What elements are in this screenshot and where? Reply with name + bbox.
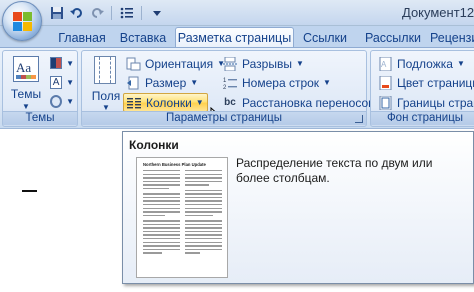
tab-page-layout[interactable]: Разметка страницы (175, 27, 294, 49)
orientation-icon (125, 56, 141, 71)
chevron-down-icon: ▼ (66, 77, 74, 87)
ribbon-tabs: Главная Вставка Разметка страницы Ссылки… (0, 26, 474, 49)
group-page-setup: Поля ▼ Ориентация ▼ Размер ▼ Колонки ▼ Р… (81, 50, 386, 127)
line-numbers-label: Номера строк (242, 75, 320, 90)
ribbon: Aa Темы ▼ ▼ A ▼ ▼ Темы Поля ▼ Ориентация… (0, 47, 474, 129)
breaks-icon (222, 56, 238, 71)
page-color-button[interactable]: Цвет страницы (377, 73, 474, 92)
toolbar-separator (141, 6, 142, 20)
group-label-page-background: Фон страницы (371, 111, 474, 125)
columns-label: Колонки (146, 95, 192, 110)
preview-title: Northern Business Plan Update (143, 162, 206, 167)
hyphenation-label: Расстановка переносов (242, 95, 375, 110)
theme-fonts-icon: A (50, 75, 63, 89)
columns-icon (126, 95, 142, 110)
hyphenation-icon: bc (224, 97, 236, 108)
tab-review[interactable]: Рецензир (430, 28, 474, 48)
preview-column-right (185, 170, 222, 256)
watermark-icon: A (377, 56, 393, 71)
page-borders-button[interactable]: Границы страни (377, 93, 474, 112)
orientation-button[interactable]: Ориентация ▼ (125, 54, 225, 73)
chevron-down-icon: ▼ (190, 78, 199, 87)
save-icon[interactable] (48, 5, 65, 22)
group-label-page-setup: Параметры страницы (82, 111, 366, 125)
undo-icon[interactable] (68, 5, 85, 22)
page-borders-icon (377, 95, 393, 110)
margins-icon (94, 56, 116, 84)
theme-colors-button[interactable]: ▼ (50, 55, 74, 71)
group-label-themes: Темы (3, 111, 77, 125)
tab-insert[interactable]: Вставка (112, 28, 174, 48)
group-page-background: A Подложка ▼ Цвет страницы Границы стран… (370, 50, 474, 127)
group-themes: Aa Темы ▼ ▼ A ▼ ▼ Темы (2, 50, 78, 127)
page-borders-label: Границы страни (397, 95, 474, 110)
tooltip-title: Колонки (129, 138, 179, 152)
tab-mailings[interactable]: Рассылки (360, 28, 426, 48)
columns-button[interactable]: Колонки ▼ (123, 93, 208, 112)
theme-fonts-button[interactable]: A ▼ (50, 74, 74, 90)
margins-button-label: Поля (91, 89, 121, 103)
theme-effects-icon (50, 94, 63, 108)
theme-effects-button[interactable]: ▼ (50, 93, 74, 109)
chevron-down-icon: ▼ (323, 78, 331, 87)
tab-references[interactable]: Ссылки (296, 28, 354, 48)
theme-colors-icon (50, 57, 63, 69)
tooltip-preview-image: Northern Business Plan Update (136, 157, 228, 278)
svg-text:A: A (381, 60, 387, 69)
window-title: Документ12 - (402, 5, 474, 20)
page-color-label: Цвет страницы (397, 75, 474, 90)
quick-access-toolbar (48, 4, 165, 22)
orientation-label: Ориентация (145, 56, 214, 71)
watermark-label: Подложка (397, 56, 453, 71)
tab-home[interactable]: Главная (52, 28, 112, 48)
themes-icon: Aa (13, 56, 39, 82)
themes-button-label: Темы (10, 87, 42, 101)
watermark-button[interactable]: A Подложка ▼ (377, 54, 465, 73)
hyphenation-button[interactable]: bc Расстановка переносов ▼ (222, 93, 386, 112)
page-size-icon (125, 75, 141, 90)
tooltip-description: Распределение текста по двум или более с… (236, 156, 433, 185)
redo-icon[interactable] (88, 5, 105, 22)
breaks-button[interactable]: Разрывы ▼ (222, 54, 304, 73)
preview-column-left (143, 170, 180, 256)
breaks-label: Разрывы (242, 56, 292, 71)
chevron-down-icon: ▼ (456, 59, 465, 68)
chevron-down-icon: ▼ (22, 102, 30, 111)
chevron-down-icon: ▼ (66, 96, 74, 106)
customize-icon[interactable] (148, 5, 165, 22)
chevron-down-icon: ▼ (295, 59, 304, 68)
size-label: Размер (145, 75, 187, 90)
office-logo-icon (13, 12, 32, 31)
svg-text:2: 2 (223, 85, 227, 90)
size-button[interactable]: Размер ▼ (125, 73, 198, 92)
toolbar-separator (111, 6, 112, 20)
themes-button[interactable]: Aa Темы ▼ (7, 54, 45, 111)
columns-tooltip: Колонки Northern Business Plan Update Ра… (122, 131, 474, 284)
svg-text:1: 1 (223, 78, 227, 84)
chevron-down-icon: ▼ (66, 58, 74, 68)
line-numbers-button[interactable]: 12 Номера строк ▼ (222, 73, 331, 92)
line-numbers-icon: 12 (222, 75, 238, 90)
office-button[interactable] (2, 1, 42, 41)
text-cursor (22, 190, 37, 192)
margins-button[interactable]: Поля ▼ (88, 54, 124, 112)
chevron-down-icon: ▼ (195, 98, 204, 107)
dialog-launcher-icon[interactable] (355, 115, 363, 123)
title-bar: Документ12 - (0, 0, 474, 26)
page-color-icon (377, 75, 393, 90)
bullets-icon[interactable] (118, 5, 135, 22)
